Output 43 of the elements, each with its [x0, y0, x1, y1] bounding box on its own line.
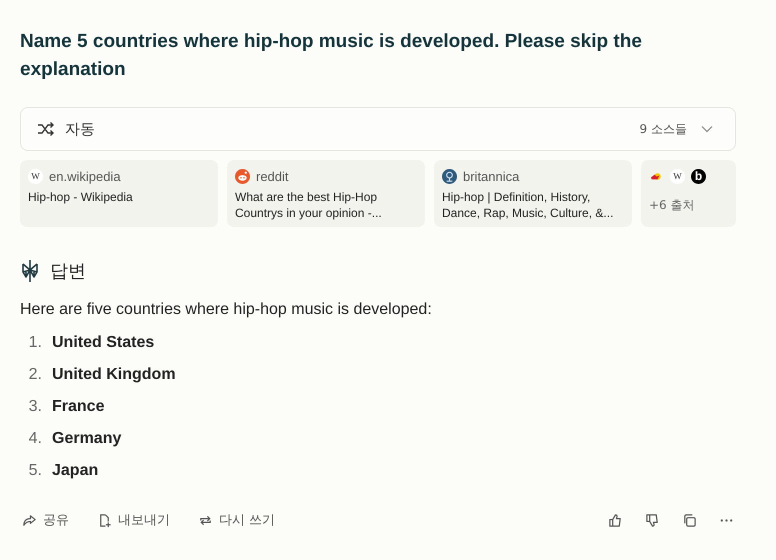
thumbs-up-icon[interactable] — [608, 512, 623, 528]
mode-label: 자동 — [65, 120, 95, 138]
copy-icon[interactable] — [682, 512, 697, 528]
source-site: en.wikipedia — [49, 168, 121, 184]
list-number: 5. — [28, 462, 43, 480]
source-title: What are the best Hip-Hop Countrys in your opinion -... — [235, 189, 383, 221]
source-site: reddit — [256, 168, 289, 184]
answer-intro: Here are five countries where hip-hop music is developed: — [20, 301, 433, 319]
document-icon — [97, 512, 112, 528]
more-sources-card[interactable]: W b +6 출처 — [641, 160, 736, 227]
globe-icon — [442, 168, 457, 184]
list-number: 2. — [28, 366, 43, 384]
source-card[interactable]: britannica Hip-hop | Definition, History, Dance, Rap, Music, Culture, &... — [434, 160, 632, 227]
thumbs-down-icon[interactable] — [645, 512, 660, 528]
country-name: United Kingdom — [52, 366, 176, 384]
country-name: United States — [52, 334, 154, 352]
logo-icon — [20, 259, 40, 283]
alien-icon — [235, 168, 250, 184]
letter-icon: b — [691, 168, 706, 184]
list-number: 1. — [28, 334, 43, 352]
source-site: britannica — [463, 168, 520, 184]
country-name: Germany — [52, 430, 122, 448]
shuffle-icon — [37, 121, 55, 137]
country-name: France — [52, 398, 104, 416]
list-number: 4. — [28, 430, 43, 448]
country-name: Japan — [52, 462, 98, 480]
list-number: 3. — [28, 398, 43, 416]
answer-heading: 답변 — [50, 260, 86, 283]
action-button[interactable]: 내보내기 — [95, 509, 172, 531]
source-title: Hip-hop | Definition, History, Dance, Rap, Music, Culture, &... — [442, 189, 614, 221]
source-card[interactable]: W en.wikipedia Hip-hop - Wikipedia — [20, 160, 218, 227]
chevron-down-icon — [701, 125, 713, 133]
more-sources-label: +6 출처 — [649, 197, 696, 214]
question-title: Name 5 countries where hip-hop music is developed. Please skip the explanation — [20, 30, 643, 82]
sources-count: 9 소스들 — [640, 120, 687, 138]
wikipedia-icon: W — [670, 168, 685, 184]
source-card[interactable]: reddit What are the best Hip-Hop Countrys in your opinion -... — [227, 160, 425, 227]
action-button[interactable]: 다시 쓰기 — [196, 509, 278, 531]
mode-bar[interactable]: 자동 9 소스들 — [20, 107, 736, 151]
share-icon — [22, 512, 37, 528]
wikipedia-icon: W — [28, 168, 43, 184]
action-button[interactable]: 공유 — [20, 509, 71, 531]
source-title: Hip-hop - Wikipedia — [28, 189, 134, 205]
